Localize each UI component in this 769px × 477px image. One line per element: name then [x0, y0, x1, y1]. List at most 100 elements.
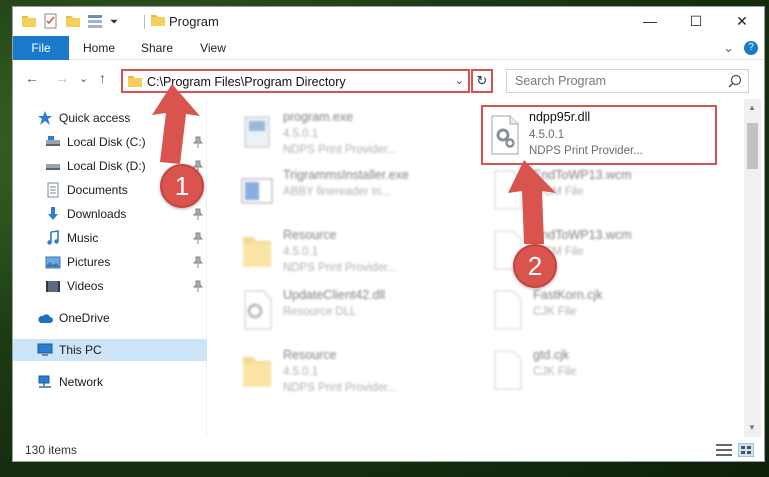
window-title: Program: [169, 14, 219, 29]
file-detail: NDPS Print Provider...: [283, 382, 397, 394]
back-button[interactable]: ←: [25, 70, 39, 86]
highlighted-file-item[interactable]: ndpp95r.dll 4.5.0.1 NDPS Print Provider.…: [481, 105, 717, 165]
vertical-scrollbar[interactable]: ▲ ▼: [744, 99, 761, 437]
refresh-button[interactable]: ↻: [471, 69, 493, 93]
file-item[interactable]: program.exe 4.5.0.1 NDPS Print Provider.…: [233, 105, 463, 161]
pin-icon[interactable]: [193, 256, 203, 268]
file-item[interactable]: gtd.cjk CJK File: [483, 343, 713, 399]
sidebar-item-label: Network: [59, 375, 104, 389]
step-badge-1: 1: [160, 164, 204, 208]
file-item[interactable]: Resource 4.5.0.1 NDPS Print Provider...: [233, 343, 463, 399]
maximize-button[interactable]: ☐: [673, 7, 719, 35]
address-bar[interactable]: C:\Program Files\Program Directory ⌄: [121, 69, 470, 93]
ribbon-right: ⌄ ?: [723, 40, 758, 56]
tab-home[interactable]: Home: [77, 36, 121, 60]
sidebar-item-label: Local Disk (C:): [67, 135, 146, 149]
close-button[interactable]: ✕: [719, 7, 764, 35]
file-detail: CJK File: [533, 306, 577, 318]
expand-ribbon-button[interactable]: ⌄: [723, 40, 734, 56]
folder-icon: [128, 76, 142, 87]
sidebar-item-label: Documents: [67, 183, 128, 197]
sidebar-item-network[interactable]: Network: [13, 371, 207, 393]
scroll-thumb[interactable]: [747, 123, 758, 169]
file-icon: [494, 170, 522, 210]
folder-small-icon[interactable]: [21, 13, 37, 29]
file-name: program.exe: [283, 110, 354, 124]
videos-icon: [46, 281, 60, 292]
sidebar-item-label: Videos: [67, 279, 104, 293]
details-view-icon[interactable]: [716, 443, 732, 457]
scroll-up-icon[interactable]: ▲: [748, 103, 756, 112]
navigation-bar: ← → ⌄ ↑ C:\Program Files\Program Directo…: [13, 61, 764, 95]
tab-file[interactable]: File: [13, 36, 69, 60]
help-button[interactable]: ?: [744, 41, 758, 55]
sidebar-item-onedrive[interactable]: OneDrive: [13, 307, 207, 329]
pin-icon[interactable]: [193, 232, 203, 244]
chevron-down-icon[interactable]: [109, 13, 119, 29]
sidebar-item-this-pc[interactable]: This PC: [13, 339, 207, 361]
file-detail: NDPS Print Provider...: [529, 145, 643, 157]
file-detail: NDPS Print Provider...: [283, 262, 397, 274]
pin-icon[interactable]: [193, 280, 203, 292]
tiles-view-icon[interactable]: [738, 443, 754, 457]
file-detail: 4.5.0.1: [283, 246, 319, 258]
file-name: gtd.cjk: [533, 348, 570, 362]
file-item[interactable]: Resource 4.5.0.1 NDPS Print Provider...: [233, 223, 463, 279]
explorer-window: Program — ☐ ✕ File Home Share View ⌄ ? ←…: [12, 6, 765, 462]
file-detail: NDPS Print Provider...: [283, 144, 397, 156]
search-icon: [728, 74, 742, 88]
search-placeholder: Search Program: [515, 74, 607, 88]
sidebar-item-label: Pictures: [67, 255, 111, 269]
folder-icon: [243, 237, 271, 267]
step-badge-2: 2: [513, 244, 557, 288]
address-dropdown[interactable]: ⌄: [455, 74, 464, 87]
tab-view[interactable]: View: [191, 36, 235, 60]
download-icon: [48, 207, 58, 220]
title-bar: Program — ☐ ✕: [13, 7, 764, 35]
sidebar-item-music[interactable]: Music: [13, 227, 207, 249]
sidebar-item-quick-access[interactable]: Quick access: [13, 107, 207, 129]
network-icon: [38, 375, 51, 388]
pin-icon[interactable]: [193, 208, 203, 220]
view-switcher: [716, 443, 754, 457]
file-name: Resource: [283, 228, 337, 242]
recent-locations-button[interactable]: ⌄: [79, 72, 88, 85]
tab-share[interactable]: Share: [135, 36, 179, 60]
status-bar: 130 items: [13, 437, 764, 461]
file-name: EndToWP13.wcm: [533, 168, 632, 182]
minimize-button[interactable]: —: [627, 7, 673, 35]
pictures-icon: [45, 256, 61, 269]
file-name: EndToWP13.wcm: [533, 228, 632, 242]
new-folder-icon[interactable]: [65, 13, 81, 29]
sidebar-item-label: Music: [67, 231, 99, 245]
customize-icon[interactable]: [87, 13, 103, 29]
properties-icon[interactable]: [43, 13, 59, 29]
star-icon: [38, 111, 52, 125]
search-input[interactable]: Search Program: [506, 69, 749, 93]
quick-access-toolbar: [21, 13, 119, 29]
file-item[interactable]: EndToWP13.wcm WCM File: [483, 163, 713, 219]
sidebar-item-label: Quick access: [59, 111, 131, 125]
pin-icon[interactable]: [193, 136, 203, 148]
file-item[interactable]: FastKorn.cjk CJK File: [483, 283, 713, 339]
navigation-pane: Quick access Local Disk (C:) Local Disk …: [13, 99, 207, 437]
address-path[interactable]: C:\Program Files\Program Directory: [147, 75, 346, 89]
computer-icon: [37, 343, 53, 356]
sidebar-item-pictures[interactable]: Pictures: [13, 251, 207, 273]
sidebar-item-local-disk-c[interactable]: Local Disk (C:): [13, 131, 207, 153]
file-name: FastKorn.cjk: [533, 288, 603, 302]
scroll-down-icon[interactable]: ▼: [748, 423, 756, 432]
sidebar-item-videos[interactable]: Videos: [13, 275, 207, 297]
forward-button[interactable]: →: [55, 70, 69, 86]
title-separator: [144, 15, 145, 29]
file-icon: [494, 350, 522, 390]
exe-icon: [244, 116, 270, 148]
file-item[interactable]: UpdateClient42.dll Resource DLL: [233, 283, 463, 339]
file-detail: Resource DLL: [283, 306, 357, 318]
file-detail: 4.5.0.1: [529, 129, 565, 141]
file-name: UpdateClient42.dll: [283, 288, 386, 302]
sidebar-item-label: Downloads: [67, 207, 127, 221]
file-item[interactable]: TrigrammsInstaller.exe ABBY finereader t…: [233, 163, 463, 219]
drive-icon: [46, 164, 60, 170]
up-button[interactable]: ↑: [99, 70, 106, 86]
